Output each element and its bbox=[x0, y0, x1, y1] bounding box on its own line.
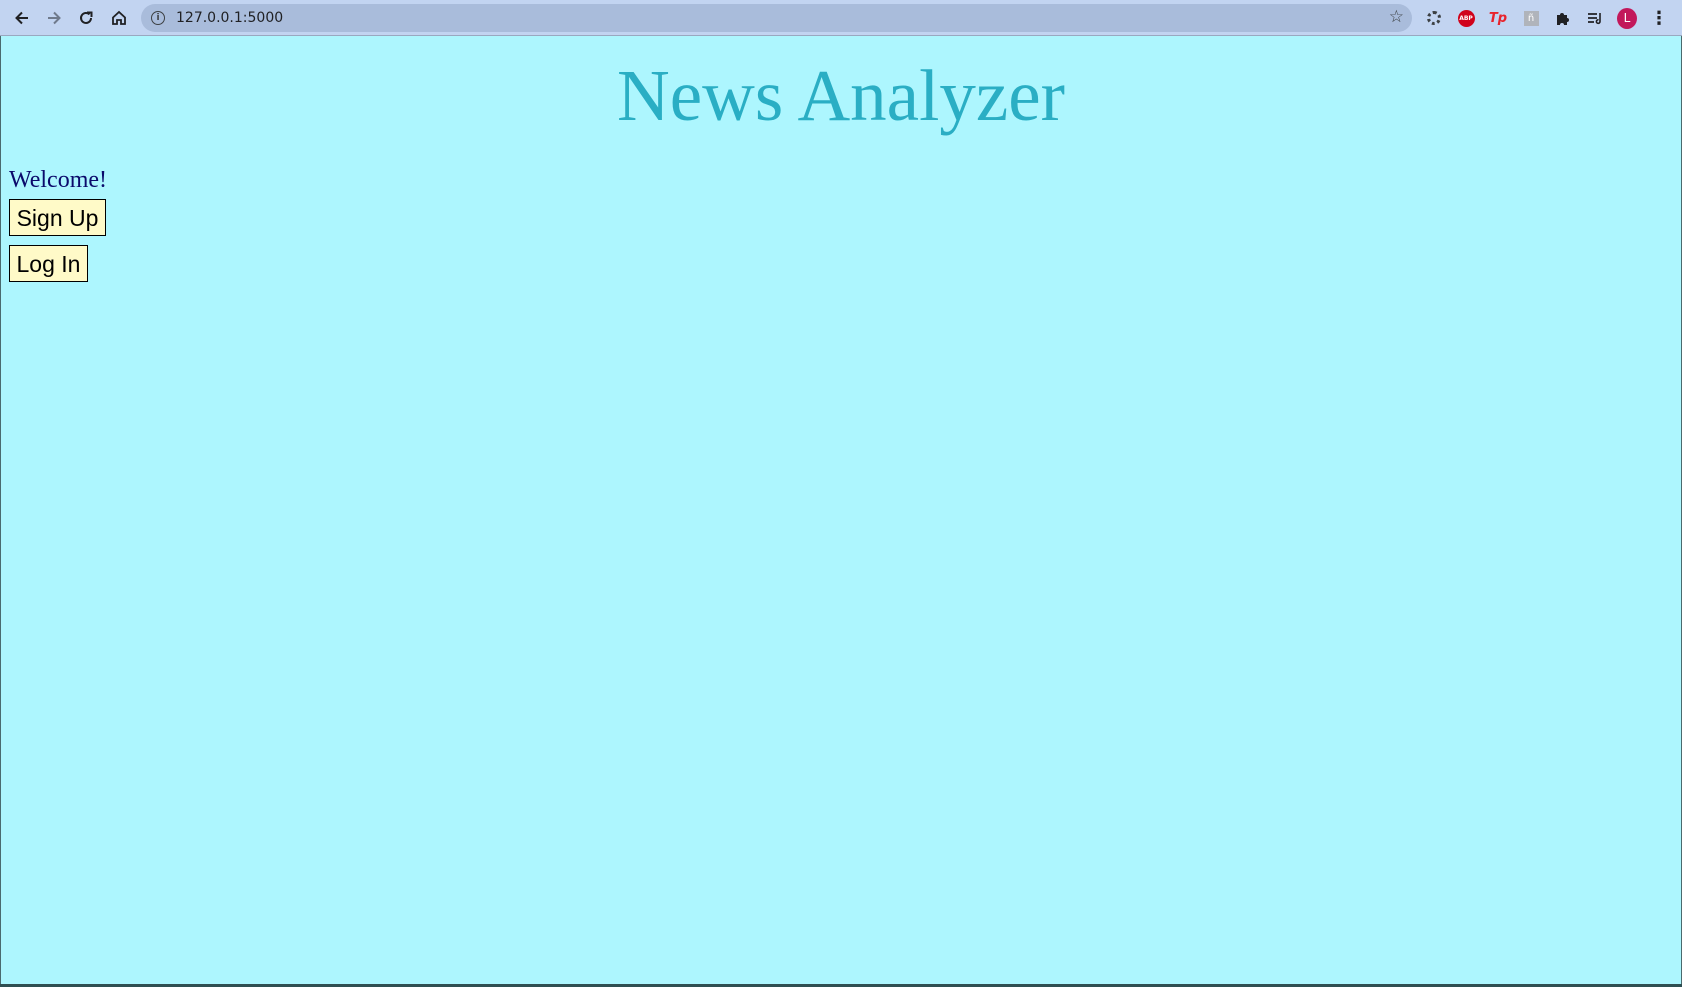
bookmark-star-icon[interactable]: ☆ bbox=[1389, 7, 1404, 27]
profile-initial: L bbox=[1617, 7, 1637, 29]
extension-grey-label: ñ bbox=[1523, 10, 1539, 26]
window-left-border bbox=[0, 36, 1, 987]
extensions-puzzle-icon[interactable] bbox=[1553, 8, 1573, 28]
home-icon[interactable] bbox=[107, 6, 131, 30]
address-url[interactable]: 127.0.0.1:5000 bbox=[176, 10, 283, 26]
page-title: News Analyzer bbox=[617, 55, 1065, 136]
kebab-menu-icon[interactable]: ⋮ bbox=[1649, 8, 1669, 29]
adblock-icon[interactable]: ABP bbox=[1456, 8, 1476, 28]
log-in-button[interactable]: Log In bbox=[9, 245, 88, 282]
sign-up-button[interactable]: Sign Up bbox=[9, 199, 106, 236]
adblock-label: ABP bbox=[1457, 9, 1475, 27]
profile-avatar[interactable]: L bbox=[1617, 7, 1637, 29]
extension-grey-icon[interactable]: ñ bbox=[1521, 8, 1541, 28]
extension-tp-label: Tp bbox=[1488, 10, 1508, 26]
browser-toolbar: i 127.0.0.1:5000 ☆ ABP Tp ñ L ⋮ bbox=[0, 0, 1682, 36]
address-bar[interactable]: i 127.0.0.1:5000 ☆ bbox=[141, 4, 1412, 32]
extension-tp-icon[interactable]: Tp bbox=[1488, 8, 1508, 28]
extension-gear-icon[interactable] bbox=[1424, 8, 1444, 28]
media-queue-icon[interactable] bbox=[1585, 8, 1605, 28]
forward-arrow-icon[interactable] bbox=[42, 6, 66, 30]
back-arrow-icon[interactable] bbox=[10, 6, 34, 30]
reload-icon[interactable] bbox=[74, 6, 98, 30]
info-icon[interactable]: i bbox=[151, 11, 165, 25]
welcome-text: Welcome! bbox=[9, 167, 108, 193]
